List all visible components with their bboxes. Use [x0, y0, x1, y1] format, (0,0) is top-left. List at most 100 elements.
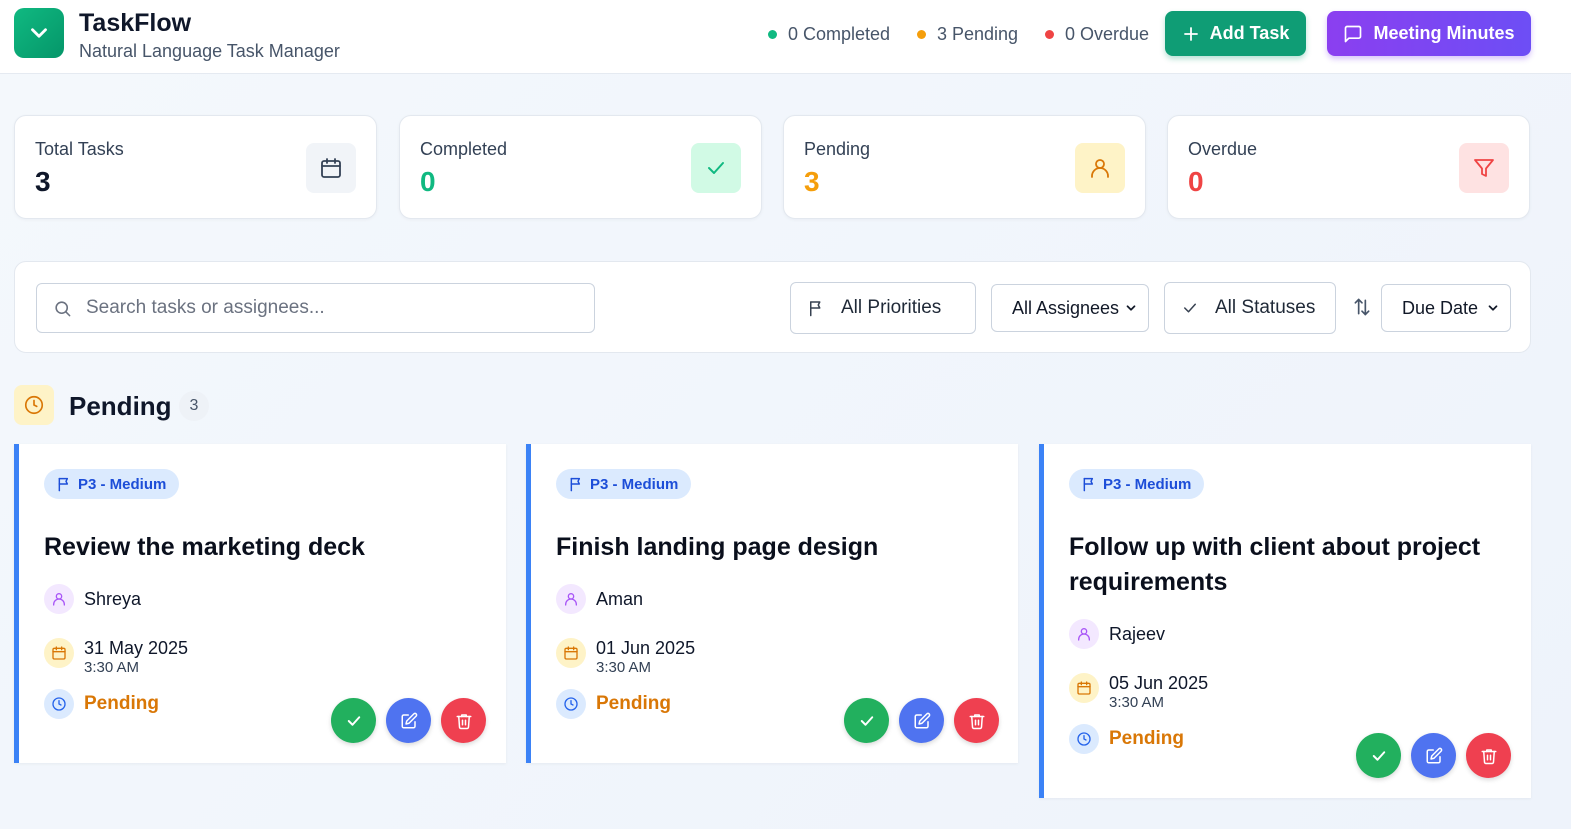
sort-select-value: Due Date	[1402, 297, 1479, 318]
calendar-icon	[306, 143, 356, 193]
chevron-down-icon	[1126, 305, 1136, 311]
calendar-icon	[556, 638, 586, 668]
user-icon	[1075, 143, 1125, 193]
due-date-row: 31 May 2025 3:30 AM	[44, 636, 188, 678]
completed-dot-icon	[768, 30, 777, 39]
priority-label: P3 - Medium	[78, 475, 167, 493]
filter-bar: All Priorities All Assignees All Statuse…	[14, 261, 1531, 353]
assignee-row: Rajeev	[1069, 619, 1165, 649]
due-time: 3:30 AM	[596, 659, 652, 676]
chevron-down-icon	[31, 28, 47, 38]
search-box[interactable]	[36, 283, 595, 333]
delete-task-button[interactable]	[1466, 733, 1511, 778]
status-row: Pending	[1069, 724, 1184, 754]
due-time: 3:30 AM	[84, 659, 140, 676]
stat-card-completed: Completed 0	[399, 115, 762, 219]
assignee-name: Aman	[596, 589, 644, 609]
task-title: Review the marketing deck	[44, 533, 365, 561]
status-row: Pending	[556, 689, 671, 719]
check-icon	[1184, 303, 1196, 313]
top-header: TaskFlow Natural Language Task Manager 0…	[0, 0, 1571, 74]
clock-icon	[1069, 724, 1099, 754]
add-task-label: Add Task	[1209, 23, 1290, 43]
complete-task-button[interactable]	[1356, 733, 1401, 778]
priority-filter-label: All Priorities	[841, 297, 942, 318]
check-icon	[347, 715, 360, 726]
stat-value: 3	[804, 166, 820, 197]
stat-label: Total Tasks	[35, 139, 124, 159]
status-filter-label: All Statuses	[1215, 297, 1316, 318]
priority-badge: P3 - Medium	[44, 469, 180, 499]
task-card: P3 - Medium Review the marketing deck Sh…	[14, 444, 506, 763]
task-status: Pending	[596, 693, 671, 714]
task-card: P3 - Medium Finish landing page design A…	[526, 444, 1018, 763]
delete-task-button[interactable]	[954, 698, 999, 743]
clock-icon	[44, 689, 74, 719]
trash-icon	[969, 713, 984, 729]
status-filter[interactable]: All Statuses	[1164, 282, 1336, 334]
pending-dot-icon	[917, 30, 926, 39]
priority-badge: P3 - Medium	[1069, 469, 1205, 499]
complete-task-button[interactable]	[331, 698, 376, 743]
header-overdue-label: 0 Overdue	[1065, 24, 1150, 44]
assignee-select-value: All Assignees	[1012, 297, 1120, 318]
header-completed-label: 0 Completed	[788, 24, 891, 44]
user-icon	[1069, 619, 1099, 649]
delete-task-button[interactable]	[441, 698, 486, 743]
edit-task-button[interactable]	[1411, 733, 1456, 778]
complete-task-button[interactable]	[844, 698, 889, 743]
edit-icon	[401, 712, 417, 728]
chevron-down-icon	[1488, 305, 1498, 311]
header-completed-count: 0 Completed	[768, 24, 890, 45]
calendar-icon	[44, 638, 74, 668]
check-icon	[860, 715, 873, 726]
task-status: Pending	[1109, 728, 1184, 749]
edit-task-button[interactable]	[899, 698, 944, 743]
sort-direction-icon[interactable]	[1352, 297, 1372, 322]
edit-task-button[interactable]	[386, 698, 431, 743]
stat-card-overdue: Overdue 0	[1167, 115, 1530, 219]
filter-icon	[1459, 143, 1509, 193]
search-icon	[55, 300, 71, 316]
task-status: Pending	[84, 693, 159, 714]
trash-icon	[1481, 748, 1496, 764]
assignee-row: Aman	[556, 584, 643, 614]
overdue-dot-icon	[1045, 30, 1054, 39]
task-title: Follow up with client about project requ…	[1069, 533, 1481, 596]
stat-label: Overdue	[1188, 139, 1258, 159]
meeting-minutes-label: Meeting Minutes	[1373, 23, 1515, 43]
assignee-row: Shreya	[44, 584, 141, 614]
app-subtitle: Natural Language Task Manager	[79, 41, 340, 61]
priority-badge: P3 - Medium	[556, 469, 692, 499]
header-overdue-count: 0 Overdue	[1045, 24, 1149, 45]
header-pending-count: 3 Pending	[917, 24, 1018, 45]
calendar-icon	[1069, 673, 1099, 703]
assignee-select[interactable]: All Assignees	[991, 284, 1149, 332]
stat-card-total: Total Tasks 3	[14, 115, 377, 219]
plus-icon	[1183, 26, 1198, 41]
clock-icon	[14, 385, 54, 425]
sort-select[interactable]: Due Date	[1381, 284, 1511, 332]
due-date-row: 01 Jun 2025 3:30 AM	[556, 636, 695, 678]
search-input[interactable]	[86, 297, 566, 319]
edit-icon	[914, 712, 930, 728]
flag-icon	[58, 477, 69, 492]
stat-card-pending: Pending 3	[783, 115, 1146, 219]
meeting-minutes-button[interactable]: Meeting Minutes	[1327, 11, 1531, 56]
flag-icon	[570, 477, 581, 492]
due-time: 3:30 AM	[1109, 694, 1165, 711]
priority-label: P3 - Medium	[590, 475, 679, 493]
task-card: P3 - Medium Follow up with client about …	[1039, 444, 1531, 798]
priority-filter[interactable]: All Priorities	[790, 282, 976, 334]
user-icon	[556, 584, 586, 614]
priority-label: P3 - Medium	[1103, 475, 1192, 493]
user-icon	[44, 584, 74, 614]
app-title: TaskFlow	[79, 9, 192, 37]
stat-value: 0	[1188, 166, 1204, 197]
due-date: 05 Jun 2025	[1109, 673, 1209, 693]
message-square-icon	[1345, 25, 1362, 42]
add-task-button[interactable]: Add Task	[1165, 11, 1306, 56]
due-date: 01 Jun 2025	[596, 638, 696, 658]
task-title: Finish landing page design	[556, 533, 879, 561]
app-logo[interactable]	[14, 8, 64, 58]
